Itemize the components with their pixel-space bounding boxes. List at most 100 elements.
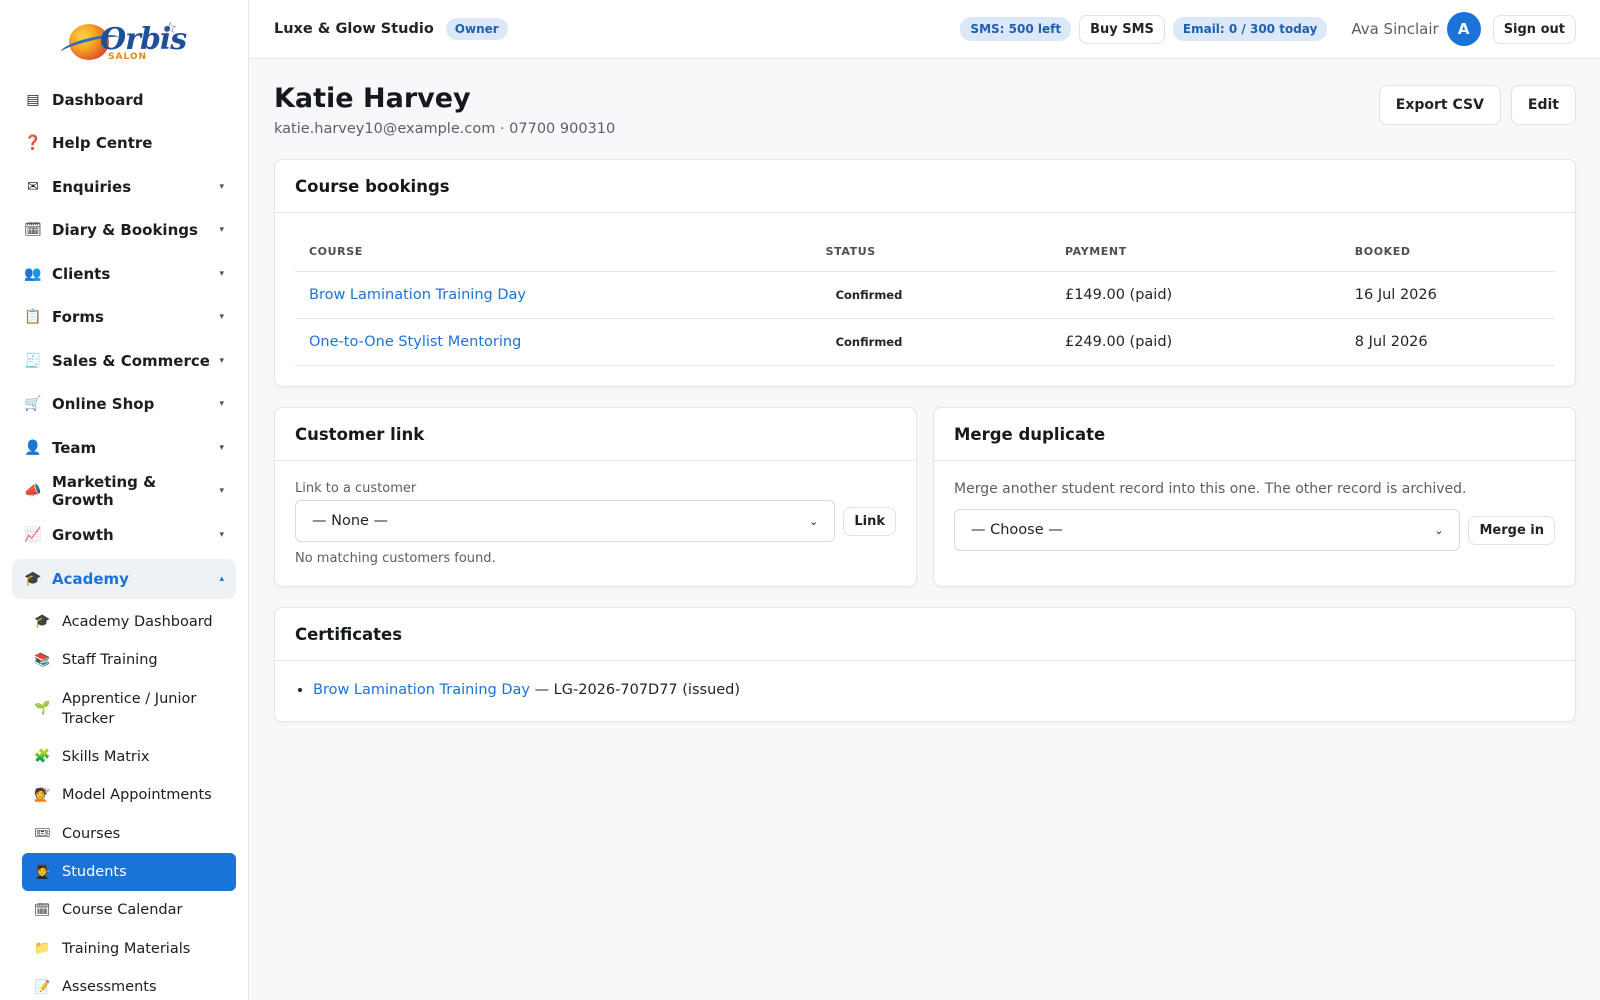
graduation-cap-icon: 🎓 [24,570,42,587]
payment-cell: £249.00 (paid) [1050,318,1341,366]
card-title: Course bookings [275,160,1575,213]
sidebar-item-label: Academy [52,569,129,588]
course-link[interactable]: Brow Lamination Training Day [309,287,526,303]
sidebar-subitem-staff-training[interactable]: 📚 Staff Training [22,641,236,680]
merge-select[interactable]: — Choose — ⌄ [954,509,1461,551]
sidebar-item-academy[interactable]: 🎓 Academy ▴ [12,558,236,599]
sidebar-item-enquiries[interactable]: ✉ Enquiries ▾ [0,165,248,209]
email-quota-badge: Email: 0 / 300 today [1172,17,1328,41]
chevron-down-icon: ⌄ [1434,523,1444,537]
status-badge: Confirmed [835,335,903,349]
sidebar-subitem-label: Model Appointments [62,787,212,804]
sidebar-subitem-label: Staff Training [62,652,158,669]
clients-icon: 👥 [24,265,42,282]
certificate-detail: — LG-2026-707D77 (issued) [529,682,741,698]
orbis-salon-logo[interactable]: Orbis SALON ☆ [0,0,248,78]
merge-in-button[interactable]: Merge in [1468,515,1555,545]
students-icon: 🧑‍🎓 [34,864,51,880]
sidebar-item-team[interactable]: 👤 Team ▾ [0,426,248,470]
sidebar-item-sales-commerce[interactable]: 🧾 Sales & Commerce ▾ [0,339,248,383]
chevron-down-icon: ▾ [219,355,224,366]
sidebar-item-help-centre[interactable]: ❓ Help Centre [0,122,248,166]
chevron-down-icon: ▾ [219,529,224,540]
chevron-down-icon: ▾ [219,225,224,236]
marketing-growth-icon: 📣 [24,483,42,500]
online-shop-icon: 🛒 [24,396,42,413]
merge-duplicate-card: Merge duplicate Merge another student re… [933,407,1576,587]
sidebar-item-online-shop[interactable]: 🛒 Online Shop ▾ [0,383,248,427]
forms-icon: 📋 [24,309,42,326]
edit-button[interactable]: Edit [1510,85,1576,125]
sidebar-subitem-apprentice-junior-tracker[interactable]: 🌱 Apprentice / Junior Tracker [22,680,236,738]
student-contact: katie.harvey10@example.com · 07700 90031… [274,121,616,137]
list-item: Brow Lamination Training Day — LG-2026-7… [313,679,1555,701]
card-title: Certificates [275,608,1575,661]
column-header: PAYMENT [1050,233,1341,272]
studio-name: Luxe & Glow Studio [274,21,434,37]
sidebar-subitem-assessments[interactable]: 📝 Assessments [22,968,236,1000]
sidebar-item-forms[interactable]: 📋 Forms ▾ [0,296,248,340]
booked-cell: 16 Jul 2026 [1340,271,1555,319]
training-materials-icon: 📁 [34,941,51,957]
chevron-down-icon: ▾ [219,268,224,279]
merge-help-text: Merge another student record into this o… [954,481,1467,497]
course-link[interactable]: One-to-One Stylist Mentoring [309,334,521,350]
sidebar-subitem-label: Training Materials [62,940,191,957]
column-header: BOOKED [1340,233,1555,272]
user-name: Ava Sinclair [1351,20,1439,38]
sidebar-item-label: Growth [52,525,114,544]
sidebar-item-marketing-growth[interactable]: 📣 Marketing & Growth ▾ [0,470,248,514]
sms-balance-badge: SMS: 500 left [960,17,1072,41]
sidebar-subitem-courses[interactable]: 🎟 Courses [22,815,236,854]
avatar[interactable]: A [1446,12,1481,46]
link-button[interactable]: Link [843,506,896,536]
customer-select[interactable]: — None — ⌄ [295,500,836,542]
chevron-down-icon: ⌄ [809,514,819,528]
enquiries-icon: ✉ [27,178,39,195]
sidebar-item-dashboard[interactable]: ▤ Dashboard [0,78,248,122]
status-badge: Confirmed [835,288,903,302]
buy-sms-button[interactable]: Buy SMS [1079,14,1165,44]
sidebar-item-label: Marketing & Growth [52,473,157,510]
sidebar-subitem-skills-matrix[interactable]: 🧩 Skills Matrix [22,738,236,777]
sidebar-subitem-course-calendar[interactable]: 🗓 Course Calendar [22,891,236,930]
sign-out-button[interactable]: Sign out [1492,14,1576,44]
sidebar-subitem-academy-dashboard[interactable]: 🎓 Academy Dashboard [22,603,236,642]
bookings-table: COURSE STATUS PAYMENT BOOKED Brow Lamina… [295,233,1555,366]
role-badge: Owner [445,18,508,40]
column-header: COURSE [295,233,812,272]
sidebar-subitem-students[interactable]: 🧑‍🎓 Students [22,853,236,891]
sidebar-subitem-label: Course Calendar [62,902,183,919]
payment-cell: £149.00 (paid) [1050,271,1341,319]
merge-select-value: — Choose — [971,522,1063,538]
certificate-course-link[interactable]: Brow Lamination Training Day [313,682,530,698]
sidebar-item-label: Help Centre [52,134,153,153]
column-header: STATUS [811,233,1051,272]
sidebar-subitem-model-appointments[interactable]: 💇 Model Appointments [22,776,236,815]
export-csv-button[interactable]: Export CSV [1378,85,1501,125]
model-appointments-icon: 💇 [34,787,51,803]
courses-icon: 🎟 [34,826,51,842]
sidebar-item-growth[interactable]: 📈 Growth ▾ [0,513,248,557]
chevron-down-icon: ▾ [219,312,224,323]
sidebar-item-clients[interactable]: 👥 Clients ▾ [0,252,248,296]
help-centre-icon: ❓ [24,135,42,152]
main-content: Katie Harvey katie.harvey10@example.com … [274,59,1576,722]
sidebar-item-diary-bookings[interactable]: 🗓 Diary & Bookings ▾ [0,209,248,253]
page-header: Katie Harvey katie.harvey10@example.com … [274,59,1576,159]
sidebar: Orbis SALON ☆ ▤ Dashboard ❓ Help Centre ✉ Enq… [0,0,249,1000]
chevron-down-icon: ▾ [219,399,224,410]
sidebar-item-label: Enquiries [52,177,132,196]
course-calendar-icon: 🗓 [34,902,51,918]
card-title: Customer link [275,408,916,461]
sidebar-subitem-label: Skills Matrix [62,748,150,765]
sidebar-subitem-training-materials[interactable]: 📁 Training Materials [22,930,236,969]
certificates-list: Brow Lamination Training Day — LG-2026-7… [295,679,1555,701]
sidebar-item-label: Team [52,438,97,457]
sidebar-subitem-label: Academy Dashboard [62,613,213,630]
no-customers-note: No matching customers found. [295,551,496,566]
customer-select-label: Link to a customer [295,481,417,496]
customer-link-card: Customer link Link to a customer — None … [274,407,917,587]
sidebar-subitem-label: Assessments [62,979,157,996]
logo-sub: SALON [108,52,148,62]
